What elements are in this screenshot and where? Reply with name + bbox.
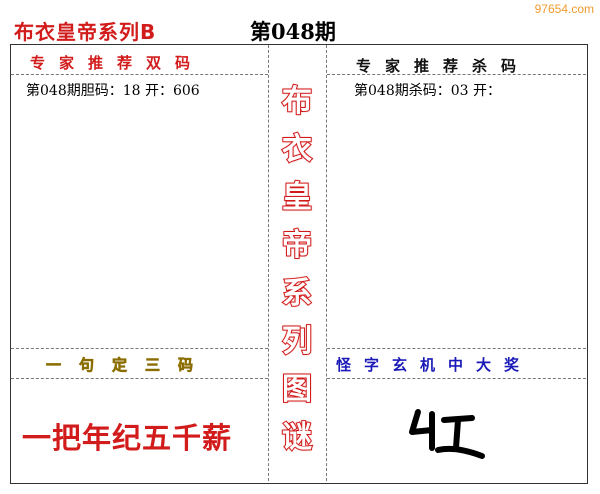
section-title-kill-code: 专家推荐杀码 (356, 57, 531, 75)
center-char-1: 布 (281, 83, 313, 120)
center-char-7: 图 (281, 371, 313, 408)
center-char-2: 衣 (281, 131, 313, 168)
divider-low-right (327, 378, 586, 379)
center-char-5: 系 (281, 275, 313, 312)
kill-code-line: 第048期杀码：03 开： (354, 83, 501, 99)
page-title: 布衣皇帝系列B (14, 20, 157, 44)
divider-right (326, 45, 327, 481)
divider-mid-left (11, 348, 268, 349)
site-watermark: 97654.com (534, 2, 594, 16)
divider-top-left (11, 74, 268, 75)
divider-left (268, 45, 269, 481)
divider-low-left (11, 378, 268, 379)
issue-number: 第048期 (250, 19, 336, 44)
center-char-6: 列 (281, 323, 313, 360)
center-char-4: 帝 (281, 227, 313, 264)
double-code-line: 第048期胆码：18 开：606 (26, 83, 200, 99)
strange-char-image (409, 409, 485, 459)
center-char-3: 皇 (281, 179, 313, 216)
section-title-three-code: 一句定三码 (46, 356, 212, 375)
divider-mid-right (327, 348, 586, 349)
section-title-double-code: 专家推荐双码 (30, 54, 205, 72)
riddle-text: 一把年纪五千薪 (22, 421, 233, 455)
center-char-8: 谜 (281, 419, 313, 456)
section-title-strange-char: 怪字玄机中大奖 (336, 356, 533, 374)
